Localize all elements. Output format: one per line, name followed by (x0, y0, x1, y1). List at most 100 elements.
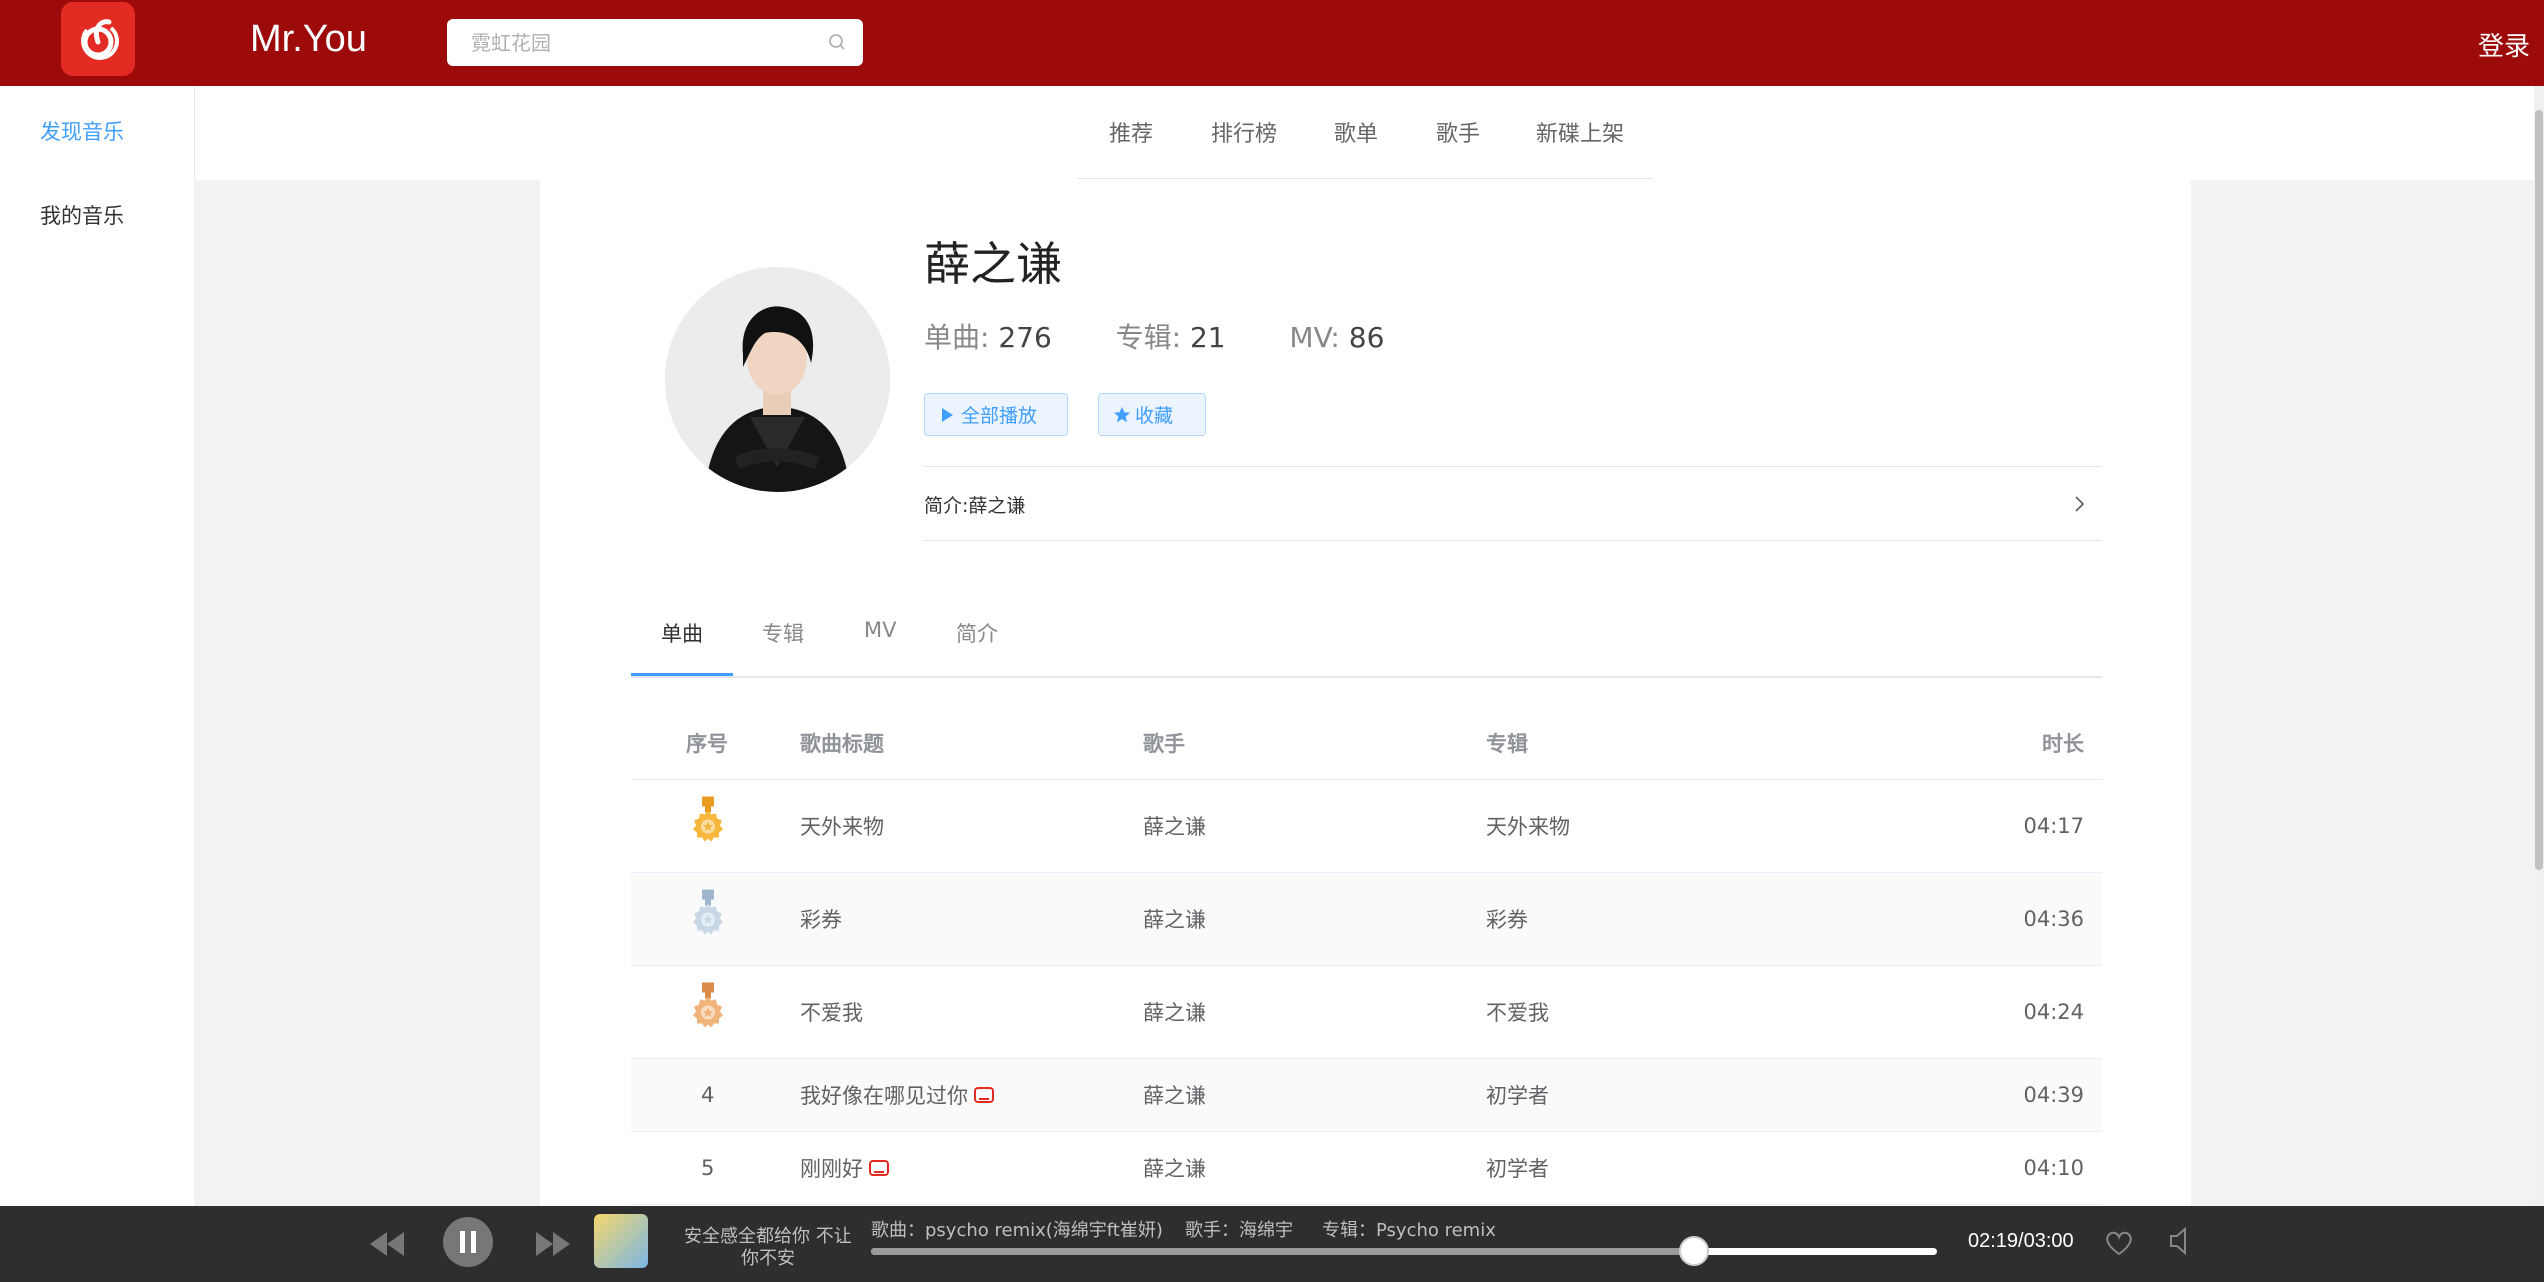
header-artist: 歌手 (1143, 731, 1185, 756)
row-index: 5 (701, 1156, 715, 1180)
row-album[interactable]: 不爱我 (1486, 997, 1549, 1027)
next-icon[interactable] (534, 1228, 572, 1260)
row-title[interactable]: 彩券 (800, 904, 842, 934)
tab-intro[interactable]: 简介 (956, 618, 998, 648)
row-album[interactable]: 天外来物 (1486, 811, 1570, 841)
chevron-right-icon[interactable] (2069, 494, 2089, 514)
row-duration: 04:17 (2023, 814, 2084, 838)
lyric-line-2: 你不安 (741, 1248, 795, 1269)
row-album[interactable]: 初学者 (1486, 1080, 1549, 1110)
song-title[interactable]: 刚刚好 (800, 1157, 863, 1181)
nav-recommend[interactable]: 推荐 (1109, 116, 1153, 148)
row-artist[interactable]: 薛之谦 (1143, 997, 1206, 1027)
song-title[interactable]: 不爱我 (800, 1001, 863, 1025)
albums-count: 21 (1189, 321, 1226, 354)
divider-bottom (924, 540, 2102, 541)
search-icon[interactable] (827, 32, 847, 52)
login-link[interactable]: 登录 (2478, 26, 2530, 63)
mv-label: MV: (1289, 321, 1340, 354)
star-icon (1113, 406, 1131, 422)
artist-intro[interactable]: 简介:薛之谦 (924, 491, 1025, 518)
player-singer: 歌手：海绵宇 (1185, 1220, 1293, 1241)
songs-table: 序号 歌曲标题 歌手 专辑 时长 天外来物 薛之谦 天外来物 04:17 彩券 薛之谦 彩券… (631, 706, 2102, 1205)
table-row[interactable]: 5 刚刚好 薛之谦 初学者 04:10 (631, 1132, 2102, 1205)
nav-artists[interactable]: 歌手 (1436, 116, 1480, 148)
player-song: 歌曲：psycho remix(海绵宇ft崔妍) (871, 1220, 1163, 1241)
row-duration: 04:36 (2023, 907, 2084, 931)
row-title[interactable]: 天外来物 (800, 811, 884, 841)
divider-top (924, 466, 2102, 467)
table-row[interactable]: 不爱我 薛之谦 不爱我 04:24 (631, 966, 2102, 1059)
collect-label: 收藏 (1135, 405, 1174, 427)
row-title[interactable]: 我好像在哪见过你 (800, 1080, 994, 1110)
search-input[interactable] (469, 29, 841, 56)
medal-silver-icon (690, 889, 726, 949)
row-duration: 04:24 (2023, 1000, 2084, 1024)
nav-new-albums[interactable]: 新碟上架 (1536, 116, 1624, 148)
artist-avatar (665, 267, 890, 492)
row-duration: 04:39 (2023, 1083, 2084, 1107)
intro-label: 简介: (924, 495, 969, 517)
nav-playlists[interactable]: 歌单 (1334, 116, 1378, 148)
albums-label: 专辑: (1115, 321, 1182, 354)
nav-ranking[interactable]: 排行榜 (1211, 116, 1277, 148)
mv-icon[interactable] (974, 1087, 994, 1103)
top-header: Mr.You 登录 (0, 0, 2544, 86)
row-album[interactable]: 初学者 (1486, 1153, 1549, 1183)
artist-tabs: 单曲 专辑 MV 简介 (631, 582, 2102, 678)
top-nav: 推荐 排行榜 歌单 歌手 新碟上架 (1077, 86, 1653, 179)
progress-knob[interactable] (1678, 1236, 1709, 1266)
header-index: 序号 (686, 731, 728, 756)
song-title[interactable]: 天外来物 (800, 815, 884, 839)
singles-count: 276 (998, 321, 1052, 354)
previous-icon[interactable] (368, 1228, 406, 1260)
play-all-button[interactable]: 全部播放 (924, 393, 1068, 436)
table-row[interactable]: 4 我好像在哪见过你 薛之谦 初学者 04:39 (631, 1059, 2102, 1132)
pause-icon[interactable] (442, 1216, 494, 1268)
progress-bar[interactable] (871, 1248, 1937, 1255)
brand-title: Mr.You (250, 18, 367, 60)
netease-logo-icon[interactable] (61, 2, 135, 76)
table-row[interactable]: 彩券 薛之谦 彩券 04:36 (631, 873, 2102, 966)
player-time: 02:19/03:00 (1968, 1230, 2074, 1252)
tab-active-indicator (631, 673, 733, 676)
artist-stats: 单曲: 276 专辑: 21 MV: 86 (924, 316, 1384, 356)
row-album[interactable]: 彩券 (1486, 904, 1528, 934)
tab-mv[interactable]: MV (864, 618, 896, 642)
heart-icon[interactable] (2104, 1229, 2134, 1257)
search-box[interactable] (447, 19, 863, 66)
mv-count: 86 (1348, 321, 1385, 354)
play-icon (942, 407, 953, 422)
player-album: 专辑：Psycho remix (1322, 1220, 1496, 1241)
row-index: 4 (701, 1083, 715, 1107)
row-artist[interactable]: 薛之谦 (1143, 1153, 1206, 1183)
album-cover[interactable] (594, 1214, 648, 1268)
table-header: 序号 歌曲标题 歌手 专辑 时长 (631, 706, 2102, 780)
sidebar-item-discover[interactable]: 发现音乐 (40, 116, 124, 146)
medal-bronze-icon (690, 982, 726, 1042)
mv-icon[interactable] (869, 1160, 889, 1176)
intro-text: 薛之谦 (968, 495, 1026, 517)
row-title[interactable]: 不爱我 (800, 997, 863, 1027)
tab-albums[interactable]: 专辑 (762, 618, 804, 648)
artist-name: 薛之谦 (924, 237, 1062, 291)
singles-label: 单曲: (924, 321, 990, 354)
row-artist[interactable]: 薛之谦 (1143, 811, 1206, 841)
progress-fill (871, 1248, 1694, 1255)
volume-icon[interactable] (2168, 1226, 2196, 1256)
row-artist[interactable]: 薛之谦 (1143, 904, 1206, 934)
row-title[interactable]: 刚刚好 (800, 1153, 889, 1183)
header-duration: 时长 (2042, 731, 2084, 756)
header-album: 专辑 (1486, 731, 1528, 756)
row-artist[interactable]: 薛之谦 (1143, 1080, 1206, 1110)
song-title[interactable]: 我好像在哪见过你 (800, 1084, 968, 1108)
tab-singles[interactable]: 单曲 (661, 618, 703, 648)
sidebar-item-my-music[interactable]: 我的音乐 (40, 200, 124, 230)
song-title[interactable]: 彩券 (800, 908, 842, 932)
collect-button[interactable]: 收藏 (1098, 393, 1206, 436)
table-row[interactable]: 天外来物 薛之谦 天外来物 04:17 (631, 780, 2102, 873)
scrollbar-thumb[interactable] (2535, 110, 2543, 870)
play-all-label: 全部播放 (961, 405, 1038, 427)
header-title: 歌曲标题 (800, 731, 884, 756)
medal-gold-icon (690, 796, 726, 856)
